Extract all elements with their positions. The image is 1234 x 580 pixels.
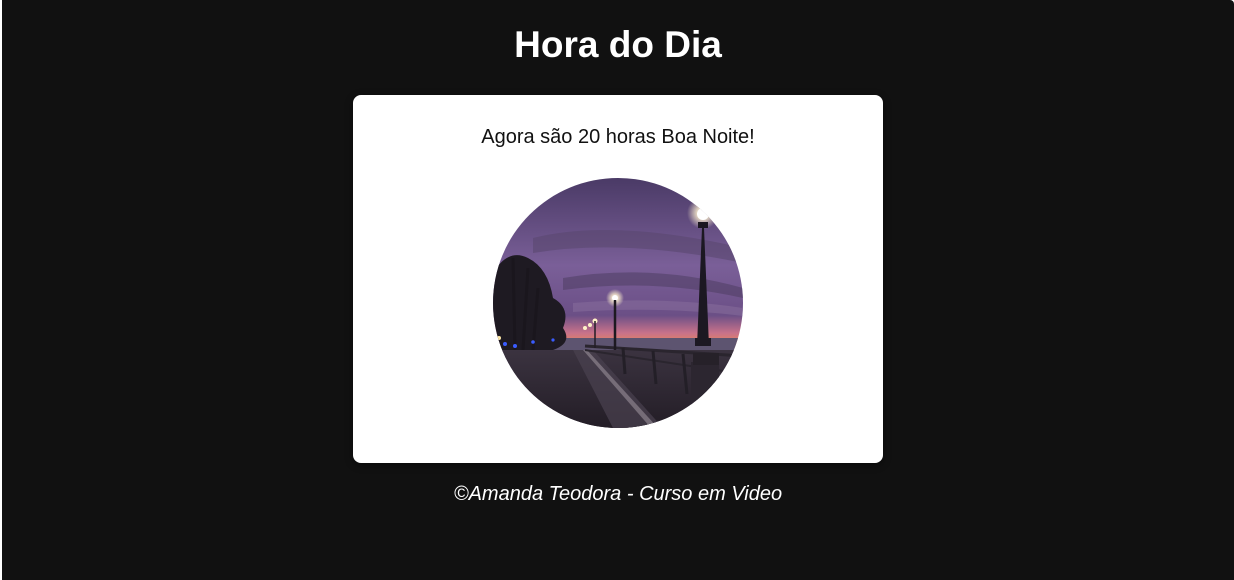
night-photo [493, 178, 743, 428]
time-card: Agora são 20 horas Boa Noite! [353, 95, 883, 463]
page-title: Hora do Dia [514, 24, 722, 65]
time-message: Agora são 20 horas Boa Noite! [481, 126, 755, 148]
page-background: Hora do Dia Agora são 20 horas Boa Noite… [2, 0, 1234, 580]
footer-credit: ©Amanda Teodora - Curso em Video [453, 483, 783, 505]
night-photo-illustration [493, 178, 743, 428]
